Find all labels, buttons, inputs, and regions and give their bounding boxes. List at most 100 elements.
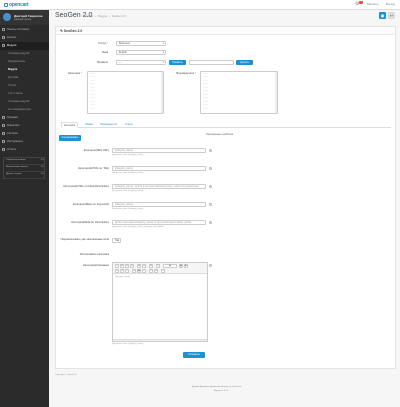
- sidebar-item-catalog[interactable]: Каталог: [0, 34, 49, 42]
- description-label: Категории(Описание): [83, 264, 109, 267]
- eraser-icon[interactable]: ✗: [130, 264, 134, 268]
- hr-icon[interactable]: —: [142, 269, 146, 273]
- field-meta-title-input[interactable]: [category_name] - купить в интернет-мага…: [112, 184, 206, 189]
- editor-resize-handle[interactable]: [113, 339, 207, 341]
- align-icon[interactable]: ≡: [125, 269, 129, 273]
- field-keywords-input[interactable]: [category_name]: [112, 202, 206, 207]
- store-link[interactable]: Магазин: [367, 2, 379, 6]
- code-icon[interactable]: <>: [154, 269, 158, 273]
- sidebar-item-anti-mods[interactable]: Анти-модификаторы: [0, 106, 49, 114]
- field-meta-desc-hint: Доступные поля: [category_name], [catego…: [112, 226, 164, 228]
- help-icon[interactable]: ?: [209, 221, 212, 224]
- language-label: Язык: [101, 51, 108, 54]
- tab-articles[interactable]: Статьи: [123, 122, 135, 128]
- status-label: Статус *: [98, 42, 108, 45]
- fullscreen-icon[interactable]: ⛶: [149, 269, 153, 273]
- sidebar-item-marketing[interactable]: Маркетинг: [0, 122, 49, 130]
- sidebar-item-modules[interactable]: Модули: [0, 66, 49, 74]
- paragraph-icon[interactable]: ¶: [156, 264, 160, 268]
- breadcrumb-home[interactable]: Главная: [83, 15, 93, 18]
- overwrite-select[interactable]: Нет: [112, 238, 121, 243]
- catalog-icon: [2, 36, 5, 39]
- breadcrumb-modules[interactable]: Модули: [98, 15, 107, 18]
- reply-icon: ↩: [389, 13, 394, 18]
- sidebar-item-reports[interactable]: Отчеты: [0, 146, 49, 154]
- font-name-icon[interactable]: A: [137, 264, 141, 268]
- sidebar-item-modifications[interactable]: Модификаторы: [0, 58, 49, 66]
- image-icon[interactable]: ▣: [179, 264, 183, 268]
- bold-icon[interactable]: B: [120, 264, 124, 268]
- manufacturers-label: Производители *: [175, 72, 196, 75]
- sidebar-item-dashboard[interactable]: Панель состояния: [0, 26, 49, 34]
- overwrite-label: Перезаписывать уже заполненные поля: [60, 238, 109, 241]
- cancel-button[interactable]: ↩: [388, 12, 395, 19]
- scrollbar[interactable]: [161, 72, 163, 113]
- ul-list-icon[interactable]: ≡: [115, 269, 119, 273]
- field-meta-title-label: Категории(HTML-тег Meta-Description): [63, 185, 109, 188]
- tab-products[interactable]: Товары: [83, 122, 95, 128]
- breadcrumb: Главная › Модули › SeoGen 2.0: [83, 15, 126, 18]
- field-meta-desc-input[interactable]: Купить категорию [category_name] по дост…: [112, 220, 206, 225]
- opencart-logo[interactable]: opencart: [4, 2, 29, 8]
- rich-text-editor[interactable]: ✎ B U ✗ A a A ¶ ▦ ▣ ▶ ≡ 1 ≡ ∞ ▣ — ⛶ <> ?…: [112, 262, 208, 342]
- picture-icon[interactable]: ▣: [137, 269, 141, 273]
- list-item[interactable]: --------: [203, 108, 275, 111]
- save-icon: ▣: [380, 13, 385, 18]
- logo-text: opencart: [9, 2, 29, 8]
- generate-button[interactable]: Сгенерировать: [59, 135, 81, 141]
- video-icon[interactable]: ▶: [184, 264, 188, 268]
- wrench-icon: [2, 140, 5, 143]
- color-icon[interactable]: A: [149, 264, 153, 268]
- help-icon[interactable]: ?: [161, 269, 165, 273]
- tab-manufacturers[interactable]: Производители: [98, 122, 119, 128]
- save-button[interactable]: ▣: [379, 12, 386, 19]
- sidebar-item-installer[interactable]: Установка модулей: [0, 50, 49, 58]
- gear-icon: [2, 132, 5, 135]
- breadcrumb-current[interactable]: SeoGen 2.0: [112, 15, 126, 18]
- sidebar-item-sales[interactable]: Продажи: [0, 114, 49, 122]
- scrollbar[interactable]: [275, 72, 277, 113]
- brush-icon[interactable]: ✎: [115, 264, 119, 268]
- list-item[interactable]: --------: [90, 108, 161, 111]
- stat-processing: Обработка заказов 0%: [6, 159, 44, 165]
- categories-listbox[interactable]: -------- -------- -------- -------- ----…: [87, 71, 164, 114]
- sidebar-item-tools[interactable]: Инструменты: [0, 138, 49, 146]
- profile-name-input[interactable]: [189, 60, 234, 65]
- field-seo-url-hint: Доступные поля: [category_name]: [112, 154, 144, 156]
- link-icon[interactable]: ∞: [132, 269, 136, 273]
- underline-icon[interactable]: U: [125, 264, 129, 268]
- delete-profile-button[interactable]: Удалить: [236, 60, 253, 65]
- user-profile[interactable]: Дмитрий Гаврилов Администратор: [0, 10, 49, 25]
- help-icon[interactable]: ?: [209, 264, 212, 267]
- field-title-input[interactable]: [category_name]: [112, 166, 206, 171]
- cart-icon: [4, 3, 8, 7]
- sidebar-item-install[interactable]: Установка модулей: [0, 98, 49, 106]
- profile-select[interactable]: ---: [116, 60, 166, 65]
- manufacturers-listbox[interactable]: -------- -------- -------- -------- ----…: [200, 71, 278, 114]
- tab-categories[interactable]: Категории: [61, 122, 79, 128]
- sidebar-item-system[interactable]: Система: [0, 130, 49, 138]
- ol-list-icon[interactable]: 1: [120, 269, 124, 273]
- help-icon[interactable]: ?: [209, 167, 212, 170]
- chart-icon: [2, 148, 5, 151]
- help-icon[interactable]: ?: [209, 203, 212, 206]
- field-keywords-label: Категории(Meta-тег Keywords): [72, 203, 109, 206]
- logout-link[interactable]: Выход: [386, 2, 395, 6]
- status-select[interactable]: Включено: [116, 41, 166, 46]
- help-icon[interactable]: ?: [209, 185, 212, 188]
- save-bottom-button[interactable]: Сохранить: [183, 352, 205, 358]
- field-seo-url-input[interactable]: [category_name]: [112, 148, 206, 153]
- sidebar-item-payments[interactable]: Оплата: [0, 82, 49, 90]
- sidebar-item-extensions[interactable]: Модули: [0, 42, 49, 50]
- profile-button[interactable]: Профиль: [169, 60, 186, 65]
- table-icon[interactable]: ▦: [163, 264, 177, 268]
- editor-content[interactable]: [category_name]: [115, 276, 130, 278]
- field-keywords-hint: Доступные поля: [category_name]: [112, 208, 144, 210]
- sidebar-item-order-totals[interactable]: Учет в заказе: [0, 90, 49, 98]
- language-select[interactable]: English: [116, 50, 166, 55]
- field-meta-title-hint: Доступные поля: [category_name]: [112, 190, 144, 192]
- help-icon[interactable]: ?: [209, 149, 212, 152]
- font-size-icon[interactable]: a: [142, 264, 146, 268]
- sidebar-item-shipping[interactable]: Доставка: [0, 74, 49, 82]
- tab-bar: Категории Товары Производители Статьи: [61, 122, 391, 128]
